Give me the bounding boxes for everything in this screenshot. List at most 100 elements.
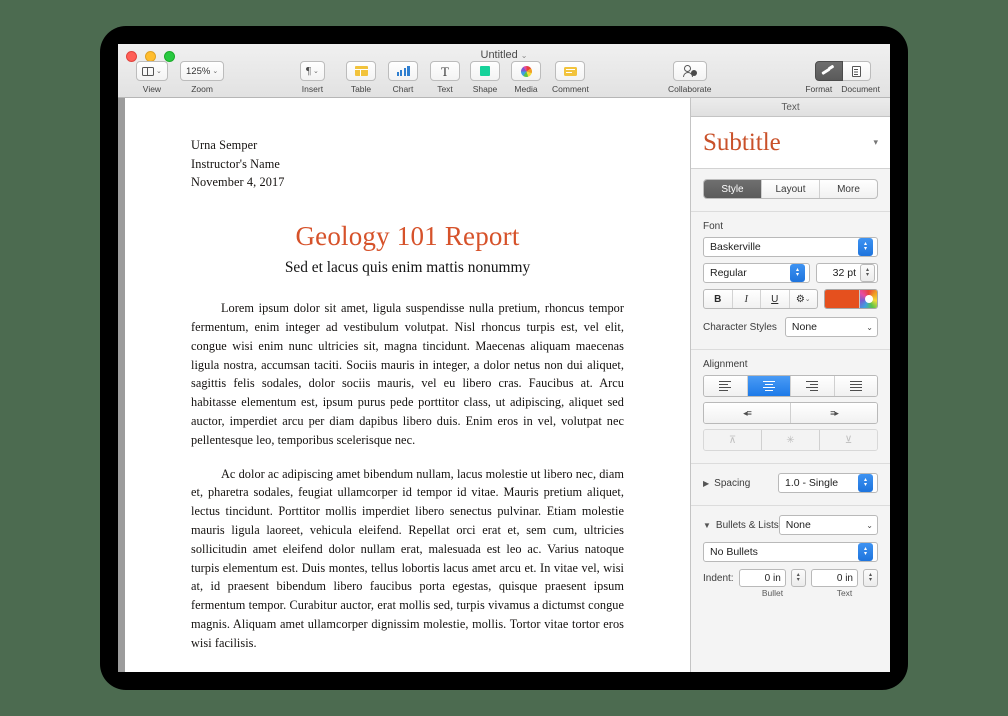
font-style-buttons[interactable]: B I U ⚙ ⌄: [703, 289, 818, 309]
text-button[interactable]: T: [430, 61, 460, 81]
comment-icon: [563, 66, 577, 76]
stepper-icon[interactable]: ▴ ▾: [858, 543, 873, 561]
toolbar-inspector-toggle[interactable]: Format Document: [805, 61, 880, 94]
font-family-select[interactable]: Baskerville ▴ ▾: [703, 237, 878, 257]
align-center-button[interactable]: [747, 376, 791, 396]
bullets-preset-select[interactable]: None ⌄: [778, 515, 878, 535]
canvas-area[interactable]: Urna Semper Instructor's Name November 4…: [118, 98, 690, 672]
inspector-tabs[interactable]: Style Layout More: [703, 179, 878, 199]
view-label: View: [142, 84, 162, 94]
chevron-down-icon[interactable]: ▾: [873, 137, 878, 148]
vertical-alignment-group: ⊼ ✳ ⊻: [703, 429, 878, 451]
title-caret-icon[interactable]: ⌄: [521, 51, 528, 60]
text-icon: T: [441, 63, 449, 79]
bullets-row[interactable]: ▼ Bullets & Lists None ⌄: [703, 515, 878, 535]
format-brush-icon: [821, 64, 835, 77]
media-button[interactable]: [511, 61, 541, 81]
format-label: Format: [805, 84, 833, 94]
zoom-label: Zoom: [191, 84, 213, 94]
toolbar-media[interactable]: Media: [511, 61, 541, 94]
chevron-down-icon: ⌄: [866, 322, 873, 332]
stepper-icon[interactable]: ▴ ▾: [858, 238, 873, 256]
zoom-button[interactable]: 125% ⌄: [180, 61, 225, 81]
color-swatch[interactable]: [825, 290, 859, 308]
document-paragraph[interactable]: Ac dolor ac adipiscing amet bibendum nul…: [191, 465, 624, 653]
document-paragraph[interactable]: Lorem ipsum dolor sit amet, ligula suspe…: [191, 299, 624, 450]
underline-button[interactable]: U: [761, 290, 790, 308]
tab-style[interactable]: Style: [704, 180, 762, 198]
tab-more[interactable]: More: [820, 180, 877, 198]
app-window: Untitled ⌄ ⌄ View 125% ⌄ Zoom ¶ ⌄ Insert…: [118, 44, 890, 672]
bullet-type-value: No Bullets: [710, 546, 758, 558]
shape-button[interactable]: [470, 61, 500, 81]
font-weight-value: Regular: [710, 267, 747, 279]
document-paragraph[interactable]: Consectetuer arcu ipsum ornare pellentes…: [191, 668, 624, 672]
spacing-row[interactable]: ▶ Spacing 1.0 - Single ▴ ▾: [703, 473, 878, 493]
table-icon: [354, 66, 368, 76]
horizontal-alignment-group[interactable]: [703, 375, 878, 397]
font-family-value: Baskerville: [710, 241, 761, 253]
chevron-down-icon: ⌄: [866, 520, 873, 530]
bullet-type-select[interactable]: No Bullets ▴ ▾: [703, 542, 878, 562]
document-icon: [851, 65, 861, 77]
font-weight-size-row: Regular ▴ ▾ 32 pt ▴ ▾: [703, 263, 878, 283]
increase-indent-button[interactable]: ≡▸: [791, 403, 877, 423]
toolbar-zoom[interactable]: 125% ⌄ Zoom: [180, 61, 225, 94]
font-size-field[interactable]: 32 pt ▴ ▾: [816, 263, 878, 283]
font-options-gear-button[interactable]: ⚙ ⌄: [790, 290, 818, 308]
tab-layout[interactable]: Layout: [762, 180, 820, 198]
spacing-select[interactable]: 1.0 - Single ▴ ▾: [778, 473, 878, 493]
italic-button[interactable]: I: [733, 290, 761, 308]
toolbar-comment[interactable]: Comment: [552, 61, 589, 94]
window-title[interactable]: Untitled ⌄: [118, 49, 890, 61]
document-subtitle[interactable]: Sed et lacus quis enim mattis nonummy: [191, 259, 624, 277]
character-styles-row: Character Styles None ⌄: [703, 317, 878, 337]
insert-button[interactable]: ¶ ⌄: [300, 61, 325, 81]
stepper-icon[interactable]: ▴ ▾: [858, 474, 873, 492]
toolbar-text[interactable]: T Text: [430, 61, 460, 94]
stepper-icon[interactable]: ▴ ▾: [860, 264, 875, 282]
inspector-tab-text[interactable]: Text: [691, 98, 890, 117]
indent-decrease-icon: ◂≡: [743, 407, 752, 418]
character-styles-select[interactable]: None ⌄: [784, 317, 878, 337]
spacing-disclosure-icon[interactable]: ▶: [703, 479, 709, 488]
chevron-down-icon: ⌄: [212, 67, 219, 75]
toolbar-view[interactable]: ⌄ View: [136, 61, 168, 94]
shape-icon: [480, 66, 490, 76]
comment-button[interactable]: [555, 61, 586, 81]
chart-button[interactable]: [388, 61, 418, 81]
collaborate-button[interactable]: [672, 61, 707, 81]
paragraph-style-header[interactable]: Subtitle ▾: [691, 117, 890, 169]
align-left-button[interactable]: [704, 376, 748, 396]
alignment-section-label: Alignment: [703, 359, 748, 370]
bullets-disclosure-icon[interactable]: ▼: [703, 521, 711, 530]
indent-buttons-group[interactable]: ◂≡ ≡▸: [703, 402, 878, 424]
document-tab-button[interactable]: [842, 61, 871, 81]
text-color-well[interactable]: [824, 289, 878, 309]
text-indent-field[interactable]: 0 in: [810, 569, 858, 587]
stepper-icon[interactable]: ▴ ▾: [863, 569, 878, 587]
bullet-indent-field[interactable]: 0 in: [738, 569, 786, 587]
align-justify-button[interactable]: [834, 376, 877, 396]
page-sheet[interactable]: Urna Semper Instructor's Name November 4…: [125, 98, 690, 672]
font-weight-select[interactable]: Regular ▴ ▾: [703, 263, 810, 283]
decrease-indent-button[interactable]: ◂≡: [704, 403, 791, 423]
toolbar-chart[interactable]: Chart: [388, 61, 418, 94]
document-body[interactable]: Urna Semper Instructor's Name November 4…: [125, 98, 690, 672]
toolbar-insert[interactable]: ¶ ⌄ Insert: [300, 61, 325, 94]
table-button[interactable]: [346, 61, 376, 81]
view-button[interactable]: ⌄: [136, 61, 168, 81]
bold-button[interactable]: B: [704, 290, 733, 308]
format-tab-button[interactable]: [814, 61, 843, 81]
inspector-segmented-control[interactable]: [814, 61, 871, 81]
toolbar-collaborate[interactable]: Collaborate: [668, 61, 711, 94]
stepper-icon[interactable]: ▴ ▾: [790, 569, 806, 587]
divider: [691, 349, 890, 350]
align-right-button[interactable]: [791, 376, 835, 396]
stepper-icon[interactable]: ▴ ▾: [790, 264, 805, 282]
toolbar-shape[interactable]: Shape: [470, 61, 500, 94]
font-section-label: Font: [703, 221, 724, 232]
color-wheel-icon[interactable]: [859, 290, 877, 308]
document-title[interactable]: Geology 101 Report: [191, 221, 624, 252]
toolbar-table[interactable]: Table: [346, 61, 376, 94]
